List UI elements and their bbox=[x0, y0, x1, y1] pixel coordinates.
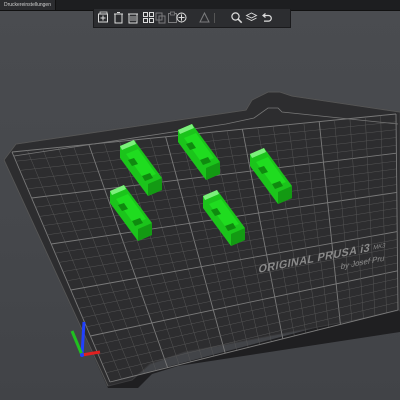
axes-origin bbox=[80, 353, 84, 357]
print-bed bbox=[3, 91, 400, 387]
prusa-slicer-window: Druckereinstellungen ORIGINAL PRUSA i3 M… bbox=[0, 0, 400, 400]
y-axis bbox=[70, 330, 84, 356]
z-axis bbox=[80, 321, 86, 356]
3d-viewport[interactable]: ORIGINAL PRUSA i3 MK3 by Josef Pru bbox=[0, 0, 400, 400]
